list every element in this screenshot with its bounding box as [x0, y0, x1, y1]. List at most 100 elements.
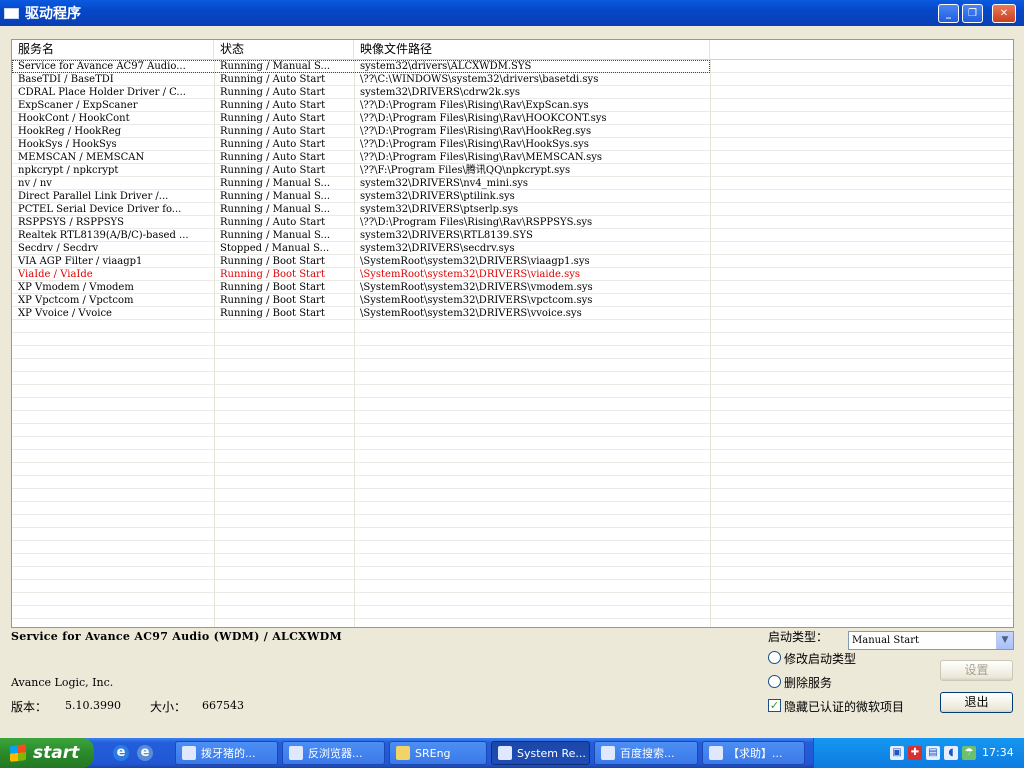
settings-button[interactable]: 设置: [940, 660, 1013, 681]
cell-image-path: \??\D:\Program Files\Rising\Rav\HOOKCONT…: [360, 113, 607, 124]
taskbar: start e e 拨牙猪的... 反浏览器... SREng System R…: [0, 738, 1024, 768]
cell-status: Stopped / Manual S...: [220, 243, 330, 254]
windows-logo-icon: [10, 744, 26, 762]
table-row[interactable]: CDRAL Place Holder Driver / C... Running …: [12, 86, 1013, 99]
cell-status: Running / Manual S...: [220, 178, 331, 189]
table-row[interactable]: PCTEL Serial Device Driver fo... Running …: [12, 203, 1013, 216]
cell-image-path: \??\F:\Program Files\腾讯QQ\npkcrypt.sys: [360, 165, 571, 176]
cell-service-name: RSPPSYS / RSPPSYS: [18, 217, 125, 228]
table-row[interactable]: Direct Parallel Link Driver /... Running …: [12, 190, 1013, 203]
table-row[interactable]: HookSys / HookSys Running / Auto Start \??…: [12, 138, 1013, 151]
table-row[interactable]: XP Vvoice / Vvoice Running / Boot Start \S…: [12, 307, 1013, 320]
start-button[interactable]: start: [0, 738, 94, 768]
startup-type-label: 启动类型：: [768, 630, 829, 644]
cell-status: Running / Manual S...: [220, 61, 331, 72]
taskbar-task[interactable]: 百度搜索...: [594, 741, 698, 765]
cell-status: Running / Boot Start: [220, 269, 325, 280]
cell-image-path: system32\DRIVERS\ptilink.sys: [360, 191, 515, 202]
modify-startup-label[interactable]: 修改启动类型: [784, 650, 856, 667]
cell-service-name: PCTEL Serial Device Driver fo...: [18, 204, 182, 215]
network-icon[interactable]: ▣: [890, 746, 904, 760]
table-row[interactable]: VIA AGP Filter / viaagp1 Running / Boot S…: [12, 255, 1013, 268]
ie-alt-quicklaunch-icon[interactable]: e: [137, 745, 153, 761]
taskbar-task[interactable]: SREng: [389, 741, 487, 765]
table-row[interactable]: nv / nv Running / Manual S... system32\DRI…: [12, 177, 1013, 190]
row-container: Service for Avance AC97 Audio... Running …: [12, 60, 1013, 320]
cell-image-path: system32\DRIVERS\ptserlp.sys: [360, 204, 519, 215]
table-row[interactable]: npkcrypt / npkcrypt Running / Auto Start \…: [12, 164, 1013, 177]
ie-window-icon: [709, 746, 723, 760]
cell-status: Running / Auto Start: [220, 126, 326, 137]
table-row[interactable]: MEMSCAN / MEMSCAN Running / Auto Start \??…: [12, 151, 1013, 164]
cell-image-path: \SystemRoot\system32\DRIVERS\vpctcom.sys: [360, 295, 593, 306]
cell-image-path: system32\DRIVERS\cdrw2k.sys: [360, 87, 521, 98]
table-row[interactable]: Service for Avance AC97 Audio... Running …: [12, 60, 710, 73]
table-row[interactable]: ExpScaner / ExpScaner Running / Auto Star…: [12, 99, 1013, 112]
maximize-button[interactable]: ❐: [962, 4, 983, 23]
cell-image-path: \??\C:\WINDOWS\system32\drivers\basetdi.…: [360, 74, 599, 85]
cell-image-path: system32\DRIVERS\RTL8139.SYS: [360, 230, 533, 241]
exit-button[interactable]: 退出: [940, 692, 1013, 713]
cell-service-name: BaseTDI / BaseTDI: [18, 74, 114, 85]
driver-list[interactable]: 服务名 状态 映像文件路径 Service for Avance AC97 Au…: [11, 39, 1014, 628]
cell-image-path: \??\D:\Program Files\Rising\Rav\HookReg.…: [360, 126, 592, 137]
cell-status: Running / Boot Start: [220, 256, 325, 267]
start-label: start: [33, 743, 80, 763]
startup-type-select[interactable]: Manual Start ▼: [848, 631, 1014, 650]
cell-service-name: Direct Parallel Link Driver /...: [18, 191, 169, 202]
taskbar-task-active[interactable]: System Re...: [491, 741, 590, 765]
modify-startup-radio[interactable]: [768, 651, 781, 664]
hide-ms-label[interactable]: 隐藏已认证的微软项目: [784, 698, 904, 715]
cell-service-name: HookSys / HookSys: [18, 139, 117, 150]
network-connection-icon[interactable]: ▤: [926, 746, 940, 760]
cell-service-name: CDRAL Place Holder Driver / C...: [18, 87, 186, 98]
table-row[interactable]: HookReg / HookReg Running / Auto Start \??…: [12, 125, 1013, 138]
taskbar-task[interactable]: 拨牙猪的...: [175, 741, 278, 765]
chevron-down-icon[interactable]: ▼: [996, 632, 1013, 649]
table-row[interactable]: Realtek RTL8139(A/B/C)-based ... Running …: [12, 229, 1013, 242]
table-row[interactable]: XP Vmodem / Vmodem Running / Boot Start \S…: [12, 281, 1013, 294]
cell-status: Running / Boot Start: [220, 295, 325, 306]
antivirus-icon[interactable]: ☂: [962, 746, 976, 760]
cell-status: Running / Manual S...: [220, 230, 331, 241]
window-title: 驱动程序: [25, 6, 81, 22]
close-button[interactable]: ✕: [992, 4, 1016, 23]
table-row[interactable]: RSPPSYS / RSPPSYS Running / Auto Start \??…: [12, 216, 1013, 229]
clock[interactable]: 17:34: [982, 746, 1014, 759]
cell-service-name: nv / nv: [18, 178, 52, 189]
table-row[interactable]: ViaIde / ViaIde Running / Boot Start \Syst…: [12, 268, 1013, 281]
hide-ms-checkbox[interactable]: ✓: [768, 699, 781, 712]
column-divider: [214, 60, 215, 627]
delete-service-radio[interactable]: [768, 675, 781, 688]
column-header-blank[interactable]: [710, 40, 1013, 60]
table-row[interactable]: XP Vpctcom / Vpctcom Running / Boot Start…: [12, 294, 1013, 307]
cell-image-path: \SystemRoot\system32\DRIVERS\vmodem.sys: [360, 282, 593, 293]
cell-service-name: ViaIde / ViaIde: [18, 269, 93, 280]
delete-service-label[interactable]: 删除服务: [784, 674, 832, 691]
volume-icon[interactable]: ◖: [944, 746, 958, 760]
security-shield-icon[interactable]: ✚: [908, 746, 922, 760]
table-row[interactable]: Secdrv / Secdrv Stopped / Manual S... syst…: [12, 242, 1013, 255]
table-row[interactable]: BaseTDI / BaseTDI Running / Auto Start \??…: [12, 73, 1013, 86]
cell-image-path: system32\DRIVERS\nv4_mini.sys: [360, 178, 529, 189]
cell-status: Running / Auto Start: [220, 87, 326, 98]
list-header: 服务名 状态 映像文件路径: [12, 40, 1013, 60]
column-header-image-path[interactable]: 映像文件路径: [354, 40, 710, 60]
table-row[interactable]: HookCont / HookCont Running / Auto Start \…: [12, 112, 1013, 125]
ie-quicklaunch-icon[interactable]: e: [113, 745, 129, 761]
selected-service-name: Service for Avance AC97 Audio (WDM) / AL…: [11, 630, 342, 643]
list-body: Service for Avance AC97 Audio... Running …: [12, 60, 1013, 627]
taskbar-task[interactable]: 反浏览器...: [282, 741, 385, 765]
cell-status: Running / Manual S...: [220, 191, 331, 202]
taskbar-task[interactable]: 【求助】...: [702, 741, 805, 765]
app-icon: [4, 7, 19, 19]
cell-service-name: XP Vvoice / Vvoice: [18, 308, 112, 319]
column-header-status[interactable]: 状态: [214, 40, 354, 60]
column-header-service-name[interactable]: 服务名: [12, 40, 214, 60]
cell-image-path: \??\D:\Program Files\Rising\Rav\ExpScan.…: [360, 100, 589, 111]
title-bar[interactable]: 驱动程序 _ ❐ ✕: [0, 0, 1024, 26]
minimize-button[interactable]: _: [938, 4, 959, 23]
cell-service-name: HookReg / HookReg: [18, 126, 122, 137]
cell-image-path: system32\drivers\ALCXWDM.SYS: [360, 61, 532, 72]
cell-service-name: Secdrv / Secdrv: [18, 243, 99, 254]
